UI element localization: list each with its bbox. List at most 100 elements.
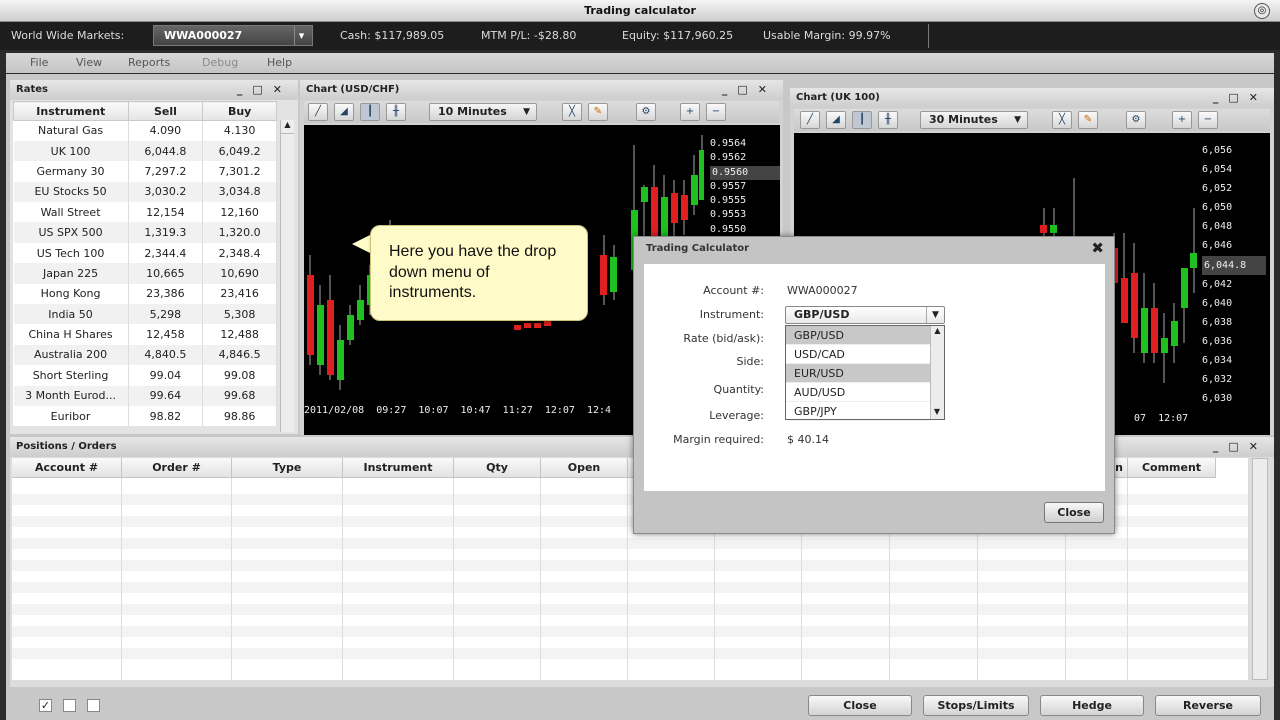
zoom-out-icon[interactable]: −	[706, 103, 726, 121]
panel-window-buttons[interactable]: _□✕	[1213, 437, 1268, 457]
column-header-order[interactable]: Order #	[122, 458, 232, 478]
dropdown-option[interactable]: GBP/USD	[786, 326, 930, 345]
sell-cell[interactable]: 10,665	[128, 263, 204, 284]
line-chart-icon[interactable]: ╱	[308, 103, 328, 121]
table-row[interactable]: EU Stocks 50 3,030.2 3,034.8	[13, 181, 277, 203]
sell-cell[interactable]: 98.82	[128, 405, 204, 427]
area-chart-icon[interactable]: ◢	[826, 111, 846, 129]
table-row[interactable]: US SPX 500 1,319.3 1,320.0	[13, 222, 277, 243]
buy-cell[interactable]: 12,160	[202, 202, 277, 223]
column-header-open[interactable]: Open	[541, 458, 628, 478]
checkbox[interactable]	[87, 699, 100, 712]
sell-cell[interactable]: 7,297.2	[128, 161, 204, 182]
table-row[interactable]: China H Shares 12,458 12,488	[13, 324, 277, 345]
buy-cell[interactable]: 99.08	[202, 365, 277, 386]
buy-cell[interactable]: 7,301.2	[202, 161, 277, 182]
sell-cell[interactable]: 6,044.8	[128, 140, 204, 162]
indicator-icon[interactable]: ╳	[1052, 111, 1072, 129]
table-row[interactable]: Hong Kong 23,386 23,416	[13, 283, 277, 305]
scroll-up-icon[interactable]: ▲	[931, 326, 944, 338]
table-row[interactable]: Natural Gas 4.090 4.130	[13, 120, 277, 141]
scroll-down-icon[interactable]: ▼	[931, 407, 943, 419]
column-header-type[interactable]: Type	[232, 458, 343, 478]
buy-cell[interactable]: 6,049.2	[202, 140, 277, 162]
column-header-instrument[interactable]: Instrument	[343, 458, 454, 478]
sell-cell[interactable]: 12,154	[128, 202, 204, 223]
sell-cell[interactable]: 99.04	[128, 365, 204, 386]
table-row[interactable]: Germany 30 7,297.2 7,301.2	[13, 161, 277, 182]
table-row[interactable]: 3 Month Eurod... 99.64 99.68	[13, 385, 277, 406]
dropdown-option[interactable]: GBP/JPY	[786, 402, 930, 421]
bar-chart-icon[interactable]: ╫	[878, 111, 898, 129]
table-row[interactable]: India 50 5,298 5,308	[13, 304, 277, 325]
buy-cell[interactable]: 5,308	[202, 304, 277, 325]
close-position-button[interactable]: Close	[808, 695, 912, 716]
table-row[interactable]: UK 100 6,044.8 6,049.2	[13, 140, 277, 162]
window-control-icon[interactable]: ◎	[1254, 3, 1270, 19]
table-row[interactable]: Short Sterling 99.04 99.08	[13, 365, 277, 386]
close-icon[interactable]: ✖	[1091, 239, 1104, 257]
sell-cell[interactable]: 5,298	[128, 304, 204, 325]
dropdown-option[interactable]: AUD/USD	[786, 383, 930, 402]
buy-cell[interactable]: 2,348.4	[202, 242, 277, 264]
sell-cell[interactable]: 1,319.3	[128, 222, 204, 243]
positions-scrollbar[interactable]	[1252, 458, 1268, 680]
zoom-in-icon[interactable]: +	[1172, 111, 1192, 129]
dropdown-option[interactable]: EUR/USD	[786, 364, 930, 383]
table-row[interactable]: Japan 225 10,665 10,690	[13, 263, 277, 284]
sell-cell[interactable]: 4,840.5	[128, 344, 204, 366]
menu-help[interactable]: Help	[267, 56, 292, 69]
bar-chart-icon[interactable]: ╫	[386, 103, 406, 121]
sell-cell[interactable]: 2,344.4	[128, 242, 204, 264]
indicator-icon[interactable]: ╳	[562, 103, 582, 121]
buy-cell[interactable]: 4.130	[202, 120, 277, 141]
zoom-out-icon[interactable]: −	[1198, 111, 1218, 129]
column-header-buy[interactable]: Buy	[202, 101, 277, 121]
line-chart-icon[interactable]: ╱	[800, 111, 820, 129]
area-chart-icon[interactable]: ◢	[334, 103, 354, 121]
menu-view[interactable]: View	[76, 56, 102, 69]
hedge-button[interactable]: Hedge	[1040, 695, 1144, 716]
sell-cell[interactable]: 99.64	[128, 385, 204, 406]
menu-debug[interactable]: Debug	[202, 56, 238, 69]
reverse-button[interactable]: Reverse	[1155, 695, 1261, 716]
stops-limits-button[interactable]: Stops/Limits	[923, 695, 1029, 716]
buy-cell[interactable]: 23,416	[202, 283, 277, 305]
account-select[interactable]: WWA000027 ▾	[153, 25, 313, 46]
dialog-close-button[interactable]: Close	[1044, 502, 1104, 523]
checkbox-checked[interactable]: ✓	[39, 699, 52, 712]
draw-pen-icon[interactable]: ✎	[588, 103, 608, 121]
buy-cell[interactable]: 4,846.5	[202, 344, 277, 366]
candlestick-icon[interactable]: ┃	[852, 111, 872, 129]
settings-gear-icon[interactable]: ⚙	[1126, 111, 1146, 129]
panel-window-buttons[interactable]: _□✕	[237, 80, 292, 100]
scroll-up-icon[interactable]: ▲	[281, 120, 294, 134]
checkbox[interactable]	[63, 699, 76, 712]
panel-window-buttons[interactable]: _□✕	[1213, 88, 1268, 108]
table-row[interactable]: Euribor 98.82 98.86	[13, 405, 277, 427]
column-header-comment[interactable]: Comment	[1128, 458, 1216, 478]
candlestick-icon[interactable]: ┃	[360, 103, 380, 121]
settings-gear-icon[interactable]: ⚙	[636, 103, 656, 121]
interval-select[interactable]: 30 Minutes ▼	[920, 111, 1028, 129]
draw-pen-icon[interactable]: ✎	[1078, 111, 1098, 129]
interval-select[interactable]: 10 Minutes ▼	[429, 103, 537, 121]
table-row[interactable]: Australia 200 4,840.5 4,846.5	[13, 344, 277, 366]
buy-cell[interactable]: 99.68	[202, 385, 277, 406]
menu-file[interactable]: File	[30, 56, 48, 69]
instrument-select[interactable]: GBP/USD ▼	[785, 306, 945, 324]
buy-cell[interactable]: 98.86	[202, 405, 277, 427]
table-row[interactable]: US Tech 100 2,344.4 2,348.4	[13, 242, 277, 264]
menu-reports[interactable]: Reports	[128, 56, 170, 69]
column-header-sell[interactable]: Sell	[127, 101, 204, 121]
instrument-dropdown-list[interactable]: GBP/USD USD/CAD EUR/USD AUD/USD GBP/JPY …	[785, 325, 945, 421]
column-header-account[interactable]: Account #	[12, 458, 122, 478]
buy-cell[interactable]: 10,690	[202, 263, 277, 284]
zoom-in-icon[interactable]: +	[680, 103, 700, 121]
sell-cell[interactable]: 3,030.2	[128, 181, 204, 203]
table-row[interactable]: Wall Street 12,154 12,160	[13, 202, 277, 223]
column-header-instrument[interactable]: Instrument	[13, 101, 129, 121]
buy-cell[interactable]: 1,320.0	[202, 222, 277, 243]
panel-window-buttons[interactable]: _□✕	[722, 80, 777, 100]
sell-cell[interactable]: 4.090	[128, 120, 204, 141]
